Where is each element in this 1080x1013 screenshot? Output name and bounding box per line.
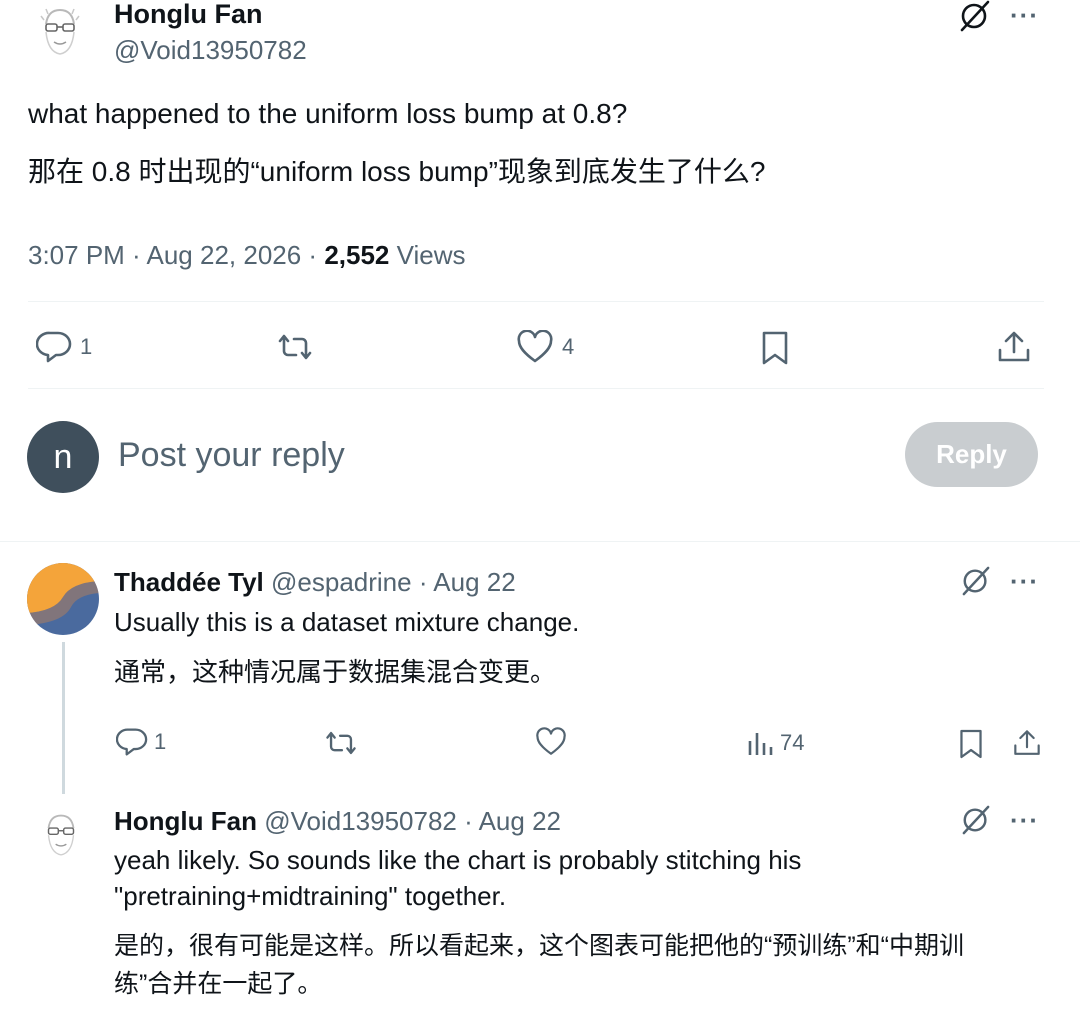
bookmark-icon [958,728,984,760]
divider [28,388,1044,389]
views-button[interactable]: 74 [746,729,804,757]
tweet-meta: 3:07 PM · Aug 22, 2026 · 2,552 Views [28,240,466,270]
grok-icon[interactable] [960,805,992,835]
reply-author-name[interactable]: Honglu Fan [114,806,257,836]
reply-date[interactable]: Aug 22 [479,806,561,836]
share-icon [1012,728,1042,758]
reply-author-name[interactable]: Thaddée Tyl [114,567,264,597]
reply-author-handle[interactable]: @Void13950782 [264,806,457,836]
reply-avatar-honglu[interactable] [36,810,86,864]
like-button[interactable]: 4 [516,330,574,364]
bookmark-icon [760,330,790,366]
tweet-text-en: what happened to the uniform loss bump a… [28,98,628,129]
tweet-time[interactable]: 3:07 PM [28,240,125,270]
author-avatar[interactable] [32,4,88,64]
share-icon [996,330,1032,364]
bookmark-button[interactable] [760,330,790,366]
views-label: Views [396,240,466,270]
reply-count: 1 [154,729,167,754]
reply-text-zh-line2: 练”合并在一起了。 [114,970,323,998]
reply-button[interactable]: 1 [36,330,92,364]
more-icon[interactable]: ··· [1010,0,1039,31]
tweet-date[interactable]: Aug 22, 2026 [147,240,302,270]
reply-author-handle[interactable]: @espadrine [271,567,412,597]
more-icon[interactable]: ··· [1010,566,1039,597]
reply-text-en-line2: "pretraining+midtraining" together. [114,881,507,911]
reply-text-zh: 通常，这种情况属于数据集混合变更。 [114,657,557,687]
reply-input[interactable]: Post your reply [118,433,345,477]
retweet-button[interactable] [322,728,360,758]
divider [0,541,1080,542]
retweet-button[interactable] [274,331,316,363]
like-button[interactable] [535,727,567,757]
reply-count: 1 [80,334,93,359]
like-icon [516,330,554,364]
retweet-icon [274,331,316,363]
retweet-icon [322,728,360,758]
reply-text-en-line1: yeah likely. So sounds like the chart is… [114,845,802,875]
reply-avatar-espadrine[interactable] [27,563,99,635]
grok-icon[interactable] [960,566,992,596]
like-count: 4 [562,334,575,359]
thread-line [62,642,65,794]
bookmark-button[interactable] [958,728,984,760]
like-icon [535,727,567,757]
author-name[interactable]: Honglu Fan [114,0,262,30]
reply-date[interactable]: Aug 22 [433,567,515,597]
divider [28,301,1044,302]
views-icon [746,729,774,757]
tweet-text-zh: 那在 0.8 时出现的“uniform loss bump”现象到底发生了什么? [28,156,766,187]
share-button[interactable] [1012,728,1042,758]
grok-icon[interactable] [958,0,992,32]
reply-icon [36,330,72,364]
reply-header: Honglu Fan @Void13950782 · Aug 22 [114,806,561,836]
reply-text-en: Usually this is a dataset mixture change… [114,607,580,637]
reply-button[interactable]: 1 [116,727,166,757]
share-button[interactable] [996,330,1032,364]
views-count: 2,552 [324,240,390,270]
more-icon[interactable]: ··· [1010,805,1039,836]
views-count: 74 [780,730,805,755]
reply-header: Thaddée Tyl @espadrine · Aug 22 [114,567,516,597]
reply-icon [116,727,148,757]
user-avatar[interactable]: n [27,421,99,493]
reply-text-zh-line1: 是的，很有可能是这样。所以看起来，这个图表可能把他的“预训练”和“中期训 [114,932,964,960]
author-handle[interactable]: @Void13950782 [114,34,307,66]
reply-submit-button[interactable]: Reply [905,422,1038,487]
